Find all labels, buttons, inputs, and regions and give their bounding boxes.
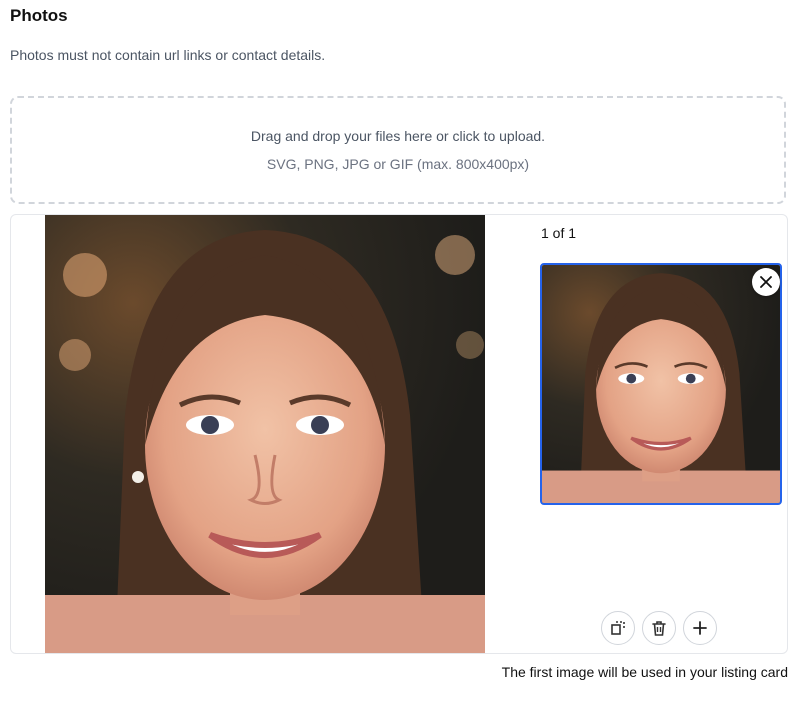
dropzone-instructions: Drag and drop your files here or click t… <box>250 128 546 144</box>
photo-counter: 1 of 1 <box>541 225 577 241</box>
dropzone-file-hint: SVG, PNG, JPG or GIF (max. 800x400px) <box>266 156 530 172</box>
remove-thumbnail-button[interactable] <box>752 268 780 296</box>
photo-toolbar <box>601 611 717 645</box>
add-photo-button[interactable] <box>683 611 717 645</box>
photo-gallery: 1 of 1 <box>10 214 788 654</box>
trash-icon <box>652 621 666 636</box>
main-photo-preview <box>45 215 485 653</box>
section-title: Photos <box>10 6 68 25</box>
plus-icon <box>693 621 707 635</box>
crop-button[interactable] <box>601 611 635 645</box>
section-subtitle: Photos must not contain url links or con… <box>10 47 326 63</box>
portrait-photo <box>45 215 485 653</box>
upload-dropzone[interactable]: Drag and drop your files here or click t… <box>10 96 786 204</box>
close-icon <box>760 276 772 288</box>
delete-photo-button[interactable] <box>642 611 676 645</box>
thumbnail-photo-1[interactable] <box>540 263 782 505</box>
crop-icon <box>611 621 625 635</box>
listing-card-note: The first image will be used in your lis… <box>501 664 788 680</box>
thumbnail-portrait <box>542 265 780 503</box>
